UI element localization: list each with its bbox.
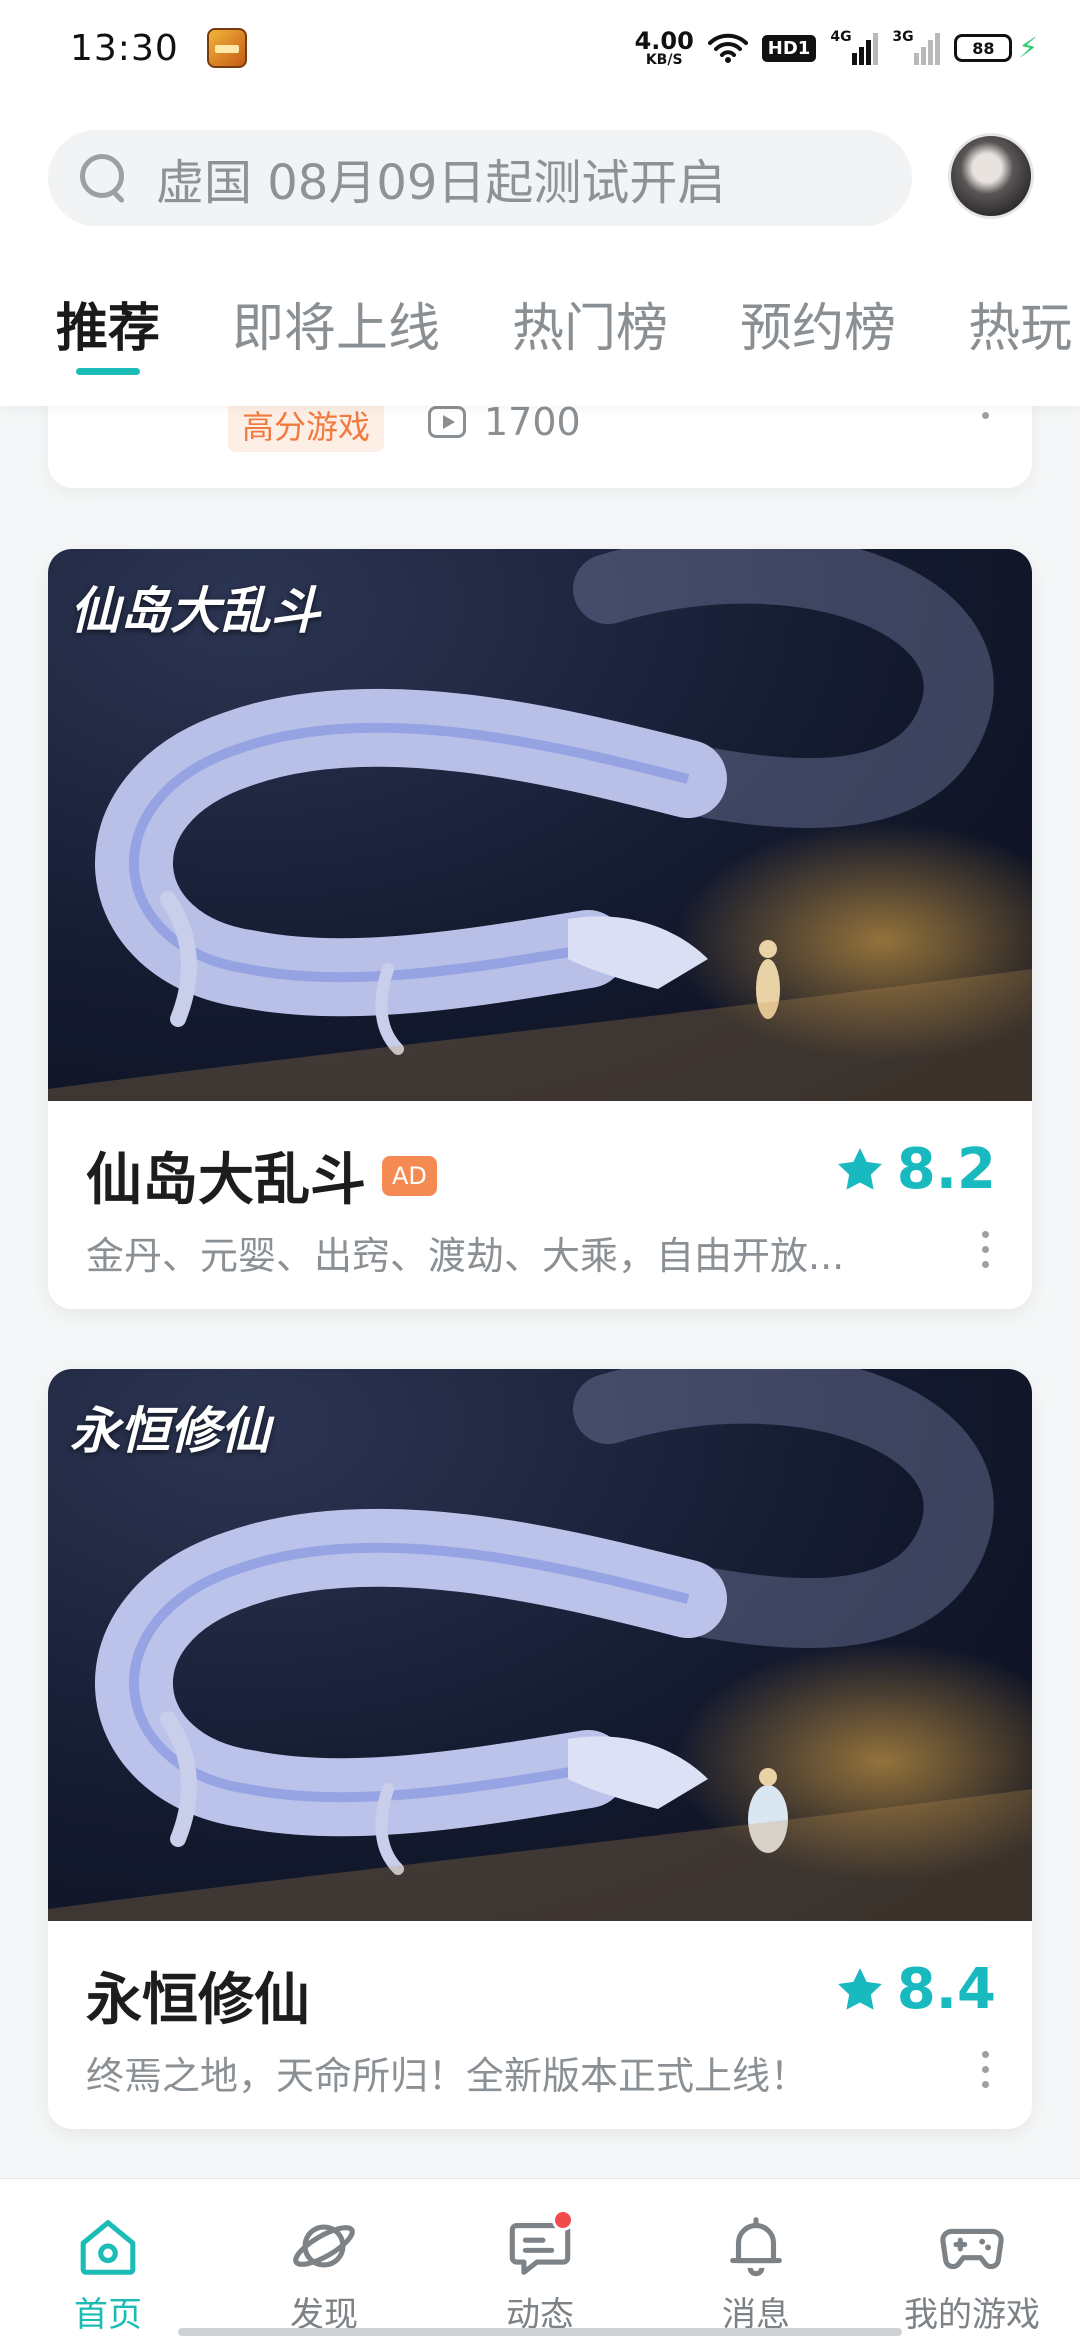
- more-options-icon[interactable]: [980, 2051, 990, 2088]
- game-description: 金丹、元婴、出窍、渡劫、大乘，自由开放...: [86, 1234, 845, 1278]
- status-time: 13:30: [70, 27, 179, 69]
- more-options-icon[interactable]: [980, 1231, 990, 1268]
- banner-game-logo: 永恒修仙: [70, 1401, 270, 1460]
- nav-my-games[interactable]: 我的游戏: [864, 2179, 1080, 2340]
- signal-4g-icon: 4G: [830, 29, 879, 65]
- game-title-row: 仙岛大乱斗 AD: [86, 1135, 437, 1216]
- network-speed: 4.00 KB/S: [635, 29, 694, 67]
- search-placeholder[interactable]: 虚国 08月09日起测试开启: [156, 143, 725, 213]
- battery-icon: 88 ⚡: [954, 34, 1038, 62]
- rating-value: 8.2: [896, 1137, 996, 1202]
- unread-dot: [552, 2209, 574, 2231]
- nav-feed[interactable]: 动态: [432, 2179, 648, 2340]
- game-banner-image[interactable]: 仙岛大乱斗: [48, 549, 1032, 1101]
- app-screen: 13:30 4.00 KB/S HD1 4G 3G 88 ⚡ 虚国 08月09日…: [0, 0, 1080, 2340]
- game-info: 仙岛大乱斗 AD 8.2 金丹、元婴、出窍、渡劫、大乘，自由开放...: [48, 1101, 1032, 1309]
- banner-game-logo: 仙岛大乱斗: [70, 581, 320, 640]
- nav-home-label: 首页: [74, 2295, 142, 2335]
- video-play-icon: [428, 406, 466, 438]
- tab-hot-playing[interactable]: 热玩: [968, 286, 1072, 361]
- user-avatar[interactable]: [948, 133, 1034, 219]
- nav-home[interactable]: 首页: [0, 2179, 216, 2340]
- game-description: 终焉之地，天命所归！全新版本正式上线！: [86, 2054, 809, 2098]
- play-count-value: 1700: [484, 400, 581, 444]
- game-card[interactable]: 永恒修仙 永恒修仙 8.4 终焉之地，天命所归！全新版本正式上线！: [48, 1369, 1032, 2129]
- category-tabs: 推荐 即将上线 热门榜 预约榜 热玩: [0, 286, 1080, 396]
- planet-icon: [293, 2224, 355, 2268]
- gamepad-icon: [940, 2228, 1004, 2270]
- game-info: 永恒修仙 8.4 终焉之地，天命所归！全新版本正式上线！: [48, 1921, 1032, 2129]
- nav-my-games-label: 我的游戏: [904, 2295, 1040, 2335]
- game-title: 仙岛大乱斗: [86, 1148, 366, 1213]
- game-card[interactable]: 仙岛大乱斗 仙岛大乱斗 AD 8.2 金丹、元婴、出窍、渡劫、大乘，自由开放..…: [48, 549, 1032, 1309]
- hd-voice-badge: HD1: [761, 34, 817, 62]
- tab-reservation-ranking[interactable]: 预约榜: [740, 286, 896, 361]
- star-icon: [837, 1147, 882, 1190]
- tab-recommended[interactable]: 推荐: [56, 286, 160, 375]
- status-indicators: 4.00 KB/S HD1 4G 3G 88 ⚡: [635, 29, 1038, 67]
- search-icon: [78, 152, 130, 204]
- home-icon: [80, 2220, 136, 2275]
- game-rating: 8.2: [835, 1137, 996, 1202]
- home-indicator[interactable]: [178, 2328, 902, 2336]
- game-banner-image[interactable]: 永恒修仙: [48, 1369, 1032, 1921]
- top-header: 虚国 08月09日起测试开启 推荐 即将上线 热门榜 预约榜 热玩: [0, 96, 1080, 406]
- network-speed-unit: KB/S: [645, 52, 683, 68]
- ad-badge: AD: [382, 1155, 437, 1196]
- tab-hot-ranking[interactable]: 热门榜: [512, 286, 668, 361]
- notification-app-icon: [206, 28, 247, 68]
- signal-3g-label: 3G: [892, 29, 914, 45]
- star-icon: [837, 1967, 882, 2010]
- game-title: 永恒修仙: [86, 1968, 310, 2033]
- search-bar[interactable]: 虚国 08月09日起测试开启: [48, 130, 912, 226]
- battery-level: 88: [954, 34, 1013, 62]
- charging-bolt-icon: ⚡: [1018, 31, 1038, 64]
- game-title-row: 永恒修仙: [86, 1955, 310, 2036]
- video-play-count: 1700: [428, 400, 581, 444]
- bell-icon: [730, 2217, 782, 2277]
- nav-discover[interactable]: 发现: [216, 2179, 432, 2340]
- tab-coming-soon[interactable]: 即将上线: [232, 286, 440, 361]
- high-score-tag: 高分游戏: [228, 398, 385, 452]
- network-speed-value: 4.00: [634, 27, 694, 55]
- wifi-icon: [707, 33, 748, 63]
- signal-4g-label: 4G: [830, 29, 852, 45]
- bottom-navigation: 首页 发现 动态 消息 我的游戏: [0, 2178, 1080, 2340]
- nav-messages[interactable]: 消息: [648, 2179, 864, 2340]
- game-rating: 8.4: [835, 1957, 996, 2022]
- signal-3g-icon: 3G: [892, 29, 941, 65]
- rating-value: 8.4: [896, 1957, 996, 2022]
- status-bar: 13:30 4.00 KB/S HD1 4G 3G 88 ⚡: [0, 0, 1080, 96]
